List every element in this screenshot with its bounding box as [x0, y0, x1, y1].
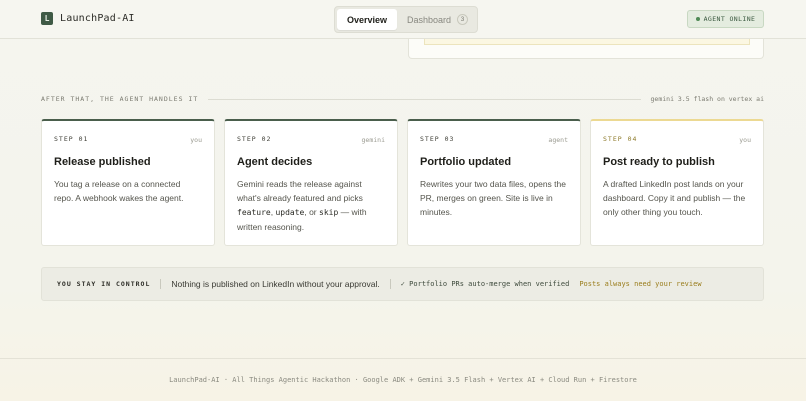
step-title: Portfolio updated [420, 156, 512, 168]
step-description: Rewrites your two data files, opens the … [420, 179, 566, 217]
section-heading: AFTER THAT, THE AGENT HANDLES IT gemini … [41, 93, 764, 105]
section-model-note: gemini 3.5 flash on vertex ai [650, 95, 765, 103]
agent-status-badge: AGENT ONLINE [687, 10, 764, 28]
tab-dashboard-count-badge: 3 [457, 14, 469, 25]
step-card-3: STEP 03 agent Portfolio updated Rewrites… [407, 119, 581, 246]
brand-name: LaunchPad-AI [60, 13, 135, 24]
footer-text: LaunchPad-AI · All Things Agentic Hackat… [169, 376, 637, 384]
step-actor: you [739, 136, 751, 144]
step-cards: STEP 01 you Release published You tag a … [41, 119, 764, 246]
step-description: You tag a release on a connected repo. A… [54, 179, 184, 203]
section-title: AFTER THAT, THE AGENT HANDLES IT [41, 95, 199, 103]
view-tabs: Overview Dashboard 3 [334, 6, 478, 33]
top-bar: L LaunchPad-AI Overview Dashboard 3 AGEN… [0, 0, 806, 39]
decision-update: update [275, 208, 305, 217]
step-title: Post ready to publish [603, 156, 715, 168]
step-card-1: STEP 01 you Release published You tag a … [41, 119, 215, 246]
tab-overview[interactable]: Overview [337, 9, 398, 30]
section-divider [208, 98, 641, 100]
brand[interactable]: L LaunchPad-AI [41, 12, 135, 25]
step-description: A drafted LinkedIn post lands on your da… [603, 179, 746, 217]
step-card-4: STEP 04 you Post ready to publish A draf… [590, 119, 764, 246]
auto-merge-note: ✓ Portfolio PRs auto-merge when verified [400, 280, 570, 288]
divider [389, 279, 391, 289]
review-required-note: Posts always need your review [579, 280, 702, 288]
step-actor: gemini [361, 136, 385, 144]
tab-dashboard[interactable]: Dashboard 3 [397, 9, 478, 30]
previous-card-inner-note [424, 39, 750, 45]
control-message: Nothing is published on LinkedIn without… [171, 279, 380, 289]
separator: , or [304, 207, 320, 217]
tab-overview-label: Overview [347, 14, 388, 25]
step-description: Gemini reads the release against what's … [237, 177, 385, 234]
step-title: Agent decides [237, 156, 313, 168]
logo-icon: L [41, 12, 53, 25]
divider [160, 279, 162, 289]
step-description-text: Gemini reads the release against what's … [237, 179, 363, 203]
step-card-2: STEP 02 gemini Agent decides Gemini read… [224, 119, 398, 246]
step-number: STEP 03 [420, 135, 455, 143]
step-title: Release published [54, 156, 151, 168]
control-label: YOU STAY IN CONTROL [57, 280, 151, 288]
tab-dashboard-label: Dashboard [407, 14, 452, 25]
step-actor: agent [548, 136, 568, 144]
decision-feature: feature [237, 208, 271, 217]
step-number: STEP 04 [603, 135, 638, 143]
agent-status-label: AGENT ONLINE [703, 15, 756, 23]
control-banner: YOU STAY IN CONTROL Nothing is published… [41, 267, 764, 301]
decision-skip: skip [319, 208, 339, 217]
footer: LaunchPad-AI · All Things Agentic Hackat… [0, 358, 806, 401]
status-dot-icon [695, 17, 700, 21]
step-number: STEP 01 [54, 135, 89, 143]
step-actor: you [190, 136, 202, 144]
previous-card-bottom [408, 39, 764, 59]
